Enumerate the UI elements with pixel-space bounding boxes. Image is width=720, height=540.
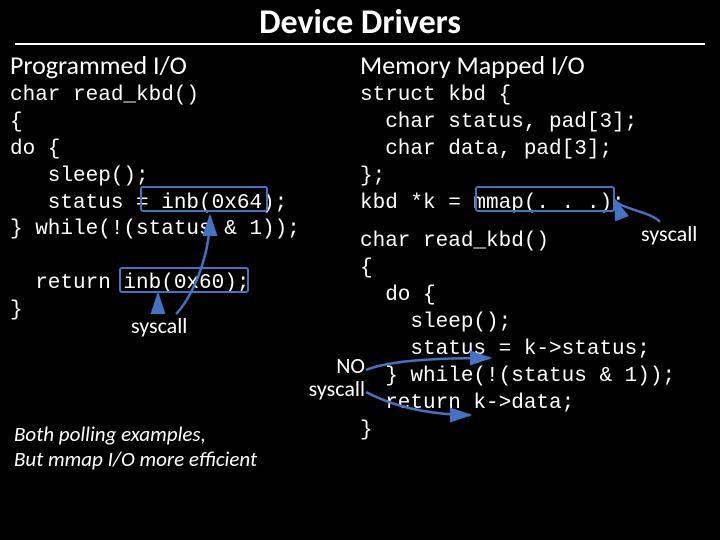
annot-syscall-right: syscall: [641, 220, 697, 247]
slide-title: Device Drivers: [15, 0, 705, 45]
left-heading: Programmed I/O: [10, 49, 360, 81]
note-line1: Both polling examples,: [14, 421, 206, 447]
annot-no-line2: syscall: [309, 375, 365, 402]
note-line2: But mmap I/O more efficient: [14, 446, 257, 472]
right-code-bottom: char read_kbd() { do { sleep(); status =…: [360, 229, 710, 444]
right-code-top: struct kbd { char status, pad[3]; char d…: [360, 83, 710, 217]
annot-syscall-left: syscall: [131, 312, 187, 339]
footer-note: Both polling examples, But mmap I/O more…: [14, 422, 257, 472]
annot-no-syscall: NO syscall: [305, 354, 365, 400]
left-code: char read_kbd() { do { sleep(); status =…: [10, 83, 360, 325]
right-heading: Memory Mapped I/O: [360, 49, 710, 81]
